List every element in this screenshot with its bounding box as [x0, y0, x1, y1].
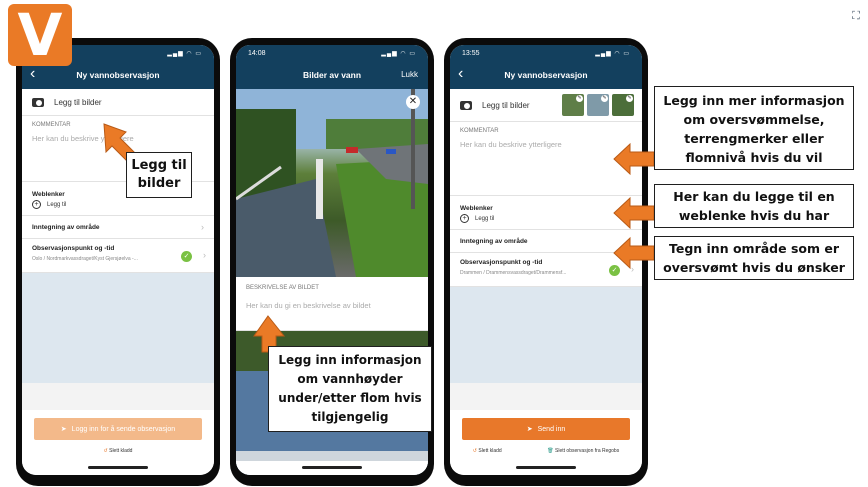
edit-icon[interactable]: ✎ [576, 95, 583, 102]
add-weblink-button[interactable]: + Legg til [22, 200, 214, 215]
close-button[interactable]: Lukk [401, 70, 418, 79]
add-photo-label: Legg til bilder [54, 97, 102, 107]
arrow-more-info [613, 142, 655, 176]
send-label: Send inn [537, 425, 566, 433]
edit-icon[interactable]: ✎ [601, 95, 608, 102]
flood-photo-illustration [236, 89, 428, 277]
photo-thumbnail[interactable]: ✎ [612, 94, 634, 116]
photo-thumbnail[interactable]: ✎ [562, 94, 584, 116]
status-time: 14:08 [248, 49, 266, 57]
obs-title: Observasjonspunkt og -tid [460, 259, 543, 266]
home-indicator [516, 466, 576, 469]
add-photo-button[interactable]: Legg til bilder [22, 89, 214, 115]
callout-area: Tegn inn område som er oversvømt hvis du… [654, 236, 854, 280]
flood-photo: ✕ [236, 89, 428, 277]
phone-1-screen: ▂▄▆ ◠ ▭ ‹ Ny vannobservasjon Legg til bi… [22, 45, 214, 475]
undo-icon: ↺ [472, 448, 477, 454]
status-icons: ▂▄▆ ◠ ▭ [595, 50, 630, 57]
home-indicator [302, 466, 362, 469]
edit-icon[interactable]: ✎ [626, 95, 633, 102]
photo-thumbnails: ✎ ✎ ✎ [562, 94, 634, 116]
status-time: 13:55 [462, 49, 480, 57]
phone-1: ▂▄▆ ◠ ▭ ‹ Ny vannobservasjon Legg til bi… [16, 38, 220, 486]
add-photo-label: Legg til bilder [482, 100, 530, 110]
add-link-label: Legg til [475, 215, 495, 222]
area-label: Inntegning av område [460, 237, 528, 245]
callout-more-info: Legg inn mer informasjon om oversvømmels… [654, 86, 854, 170]
chevron-right-icon: › [201, 222, 204, 232]
bottom-area [236, 461, 428, 475]
add-link-label: Legg til [47, 201, 67, 208]
camera-icon [32, 97, 44, 107]
app-logo: V [8, 1, 72, 69]
obs-location: Oslo / Nordmarkvassdraget/Kyst Gjersjøel… [32, 256, 138, 262]
plus-icon: + [32, 200, 41, 209]
add-photo-button[interactable]: Legg til bilder ✎ ✎ ✎ [450, 89, 642, 121]
callout-water-info: Legg inn informasjon om vannhøyder under… [268, 346, 432, 432]
delete-observation-button[interactable]: 🗑 Slett observasjon fra Regobs [547, 448, 619, 454]
send-icon: ➤ [60, 426, 67, 433]
check-icon: ✓ [181, 251, 192, 262]
undo-icon: ↺ [103, 448, 108, 454]
nav-bar: ‹ Ny vannobservasjon [450, 61, 642, 89]
chevron-right-icon: › [203, 250, 206, 260]
close-photo-icon[interactable]: ✕ [406, 95, 420, 109]
area-label: Inntegning av område [32, 223, 100, 231]
page-title: Bilder av vann [302, 70, 362, 80]
description-label: BESKRIVELSE AV BILDET [246, 285, 319, 291]
page-title: Ny vannobservasjon [76, 70, 160, 80]
status-icons: ▂▄▆ ◠ ▭ [381, 50, 416, 57]
back-icon[interactable]: ‹ [458, 65, 463, 83]
status-bar: 14:08 ▂▄▆ ◠ ▭ [236, 45, 428, 61]
nav-bar: Bilder av vann Lukk [236, 61, 428, 89]
delete-draft-button[interactable]: ↺ Slett kladd [473, 448, 502, 454]
photo-thumbnail[interactable]: ✎ [587, 94, 609, 116]
login-send-label: Logg inn for å sende observasjon [71, 425, 176, 433]
callout-weblink: Her kan du legge til en weblenke hvis du… [654, 184, 854, 228]
logo-letter: V [17, 1, 63, 69]
login-send-button[interactable]: ➤ Logg inn for å sende observasjon [34, 418, 202, 440]
area-drawing-row[interactable]: Inntegning av område › [22, 216, 214, 238]
arrow-area [613, 236, 655, 270]
status-icons: ▂▄▆ ◠ ▭ [167, 50, 202, 57]
send-icon: ➤ [526, 426, 533, 433]
obs-title: Observasjonspunkt og -tid [32, 245, 115, 252]
send-button[interactable]: ➤ Send inn [462, 418, 630, 440]
delete-draft-button[interactable]: ↺ Slett kladd [104, 448, 133, 454]
expand-icon[interactable]: ⛶ [850, 10, 862, 22]
status-bar: 13:55 ▂▄▆ ◠ ▭ [450, 45, 642, 61]
plus-icon: + [460, 214, 469, 223]
observation-point-row[interactable]: Observasjonspunkt og -tid Oslo / Nordmar… [22, 239, 214, 273]
bottom-bar: ➤ Logg inn for å sende observasjon ↺ Sle… [22, 410, 214, 475]
obs-location: Drammen / Drammensvassdraget/Drammensf..… [460, 270, 567, 276]
camera-icon [460, 100, 472, 110]
home-indicator [88, 466, 148, 469]
arrow-weblink [613, 196, 655, 230]
comment-label: KOMMENTAR [460, 128, 499, 134]
callout-add-photos: Legg til bilder [126, 152, 192, 198]
empty-area [450, 287, 642, 383]
trash-icon: 🗑 [547, 448, 554, 454]
description-placeholder: Her kan du gi en beskrivelse av bildet [246, 301, 371, 310]
empty-area [22, 273, 214, 383]
bottom-bar: ➤ Send inn ↺ Slett kladd 🗑 Slett observa… [450, 410, 642, 475]
page-title: Ny vannobservasjon [504, 70, 588, 80]
